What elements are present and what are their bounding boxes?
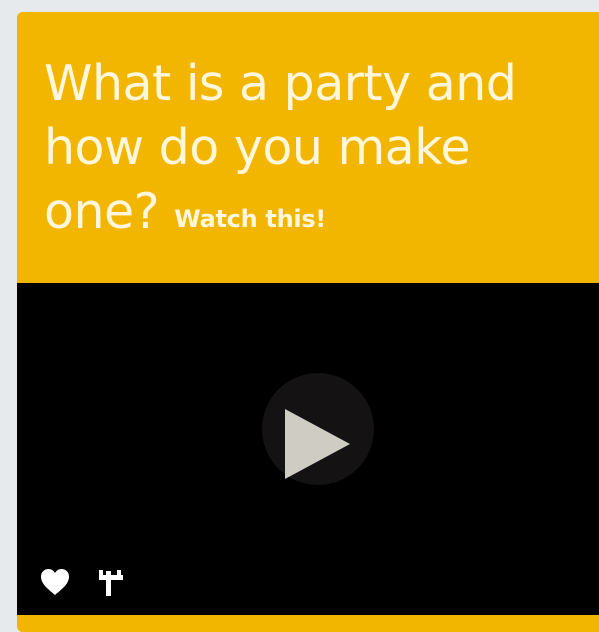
- video-player[interactable]: [17, 283, 599, 615]
- card-header: What is a party and how do you make one?…: [17, 12, 599, 282]
- video-actions: [39, 567, 125, 597]
- share-icon[interactable]: [97, 567, 125, 597]
- card-title: What is a party and how do you make one?…: [44, 52, 564, 251]
- content-card[interactable]: What is a party and how do you make one?…: [17, 12, 599, 632]
- play-button[interactable]: [262, 373, 374, 485]
- play-icon: [285, 409, 350, 479]
- card-footer: [17, 615, 599, 632]
- watch-this-link[interactable]: Watch this!: [174, 205, 326, 233]
- heart-icon[interactable]: [39, 568, 71, 596]
